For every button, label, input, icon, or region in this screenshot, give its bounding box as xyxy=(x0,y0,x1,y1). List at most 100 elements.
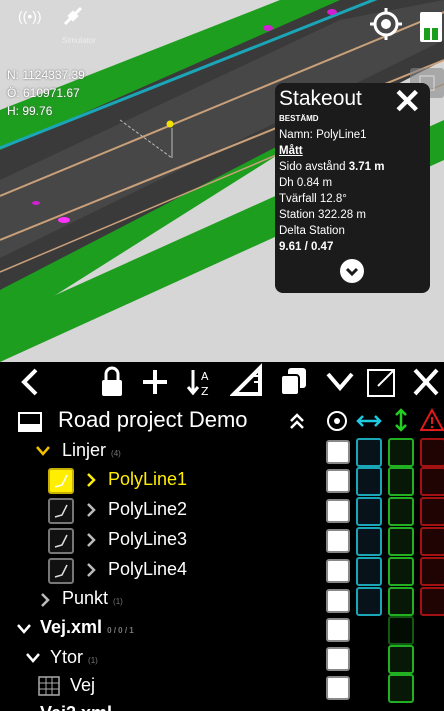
back-icon[interactable] xyxy=(14,362,42,402)
horizontal-toggle[interactable] xyxy=(356,438,382,467)
horizontal-toggle[interactable] xyxy=(356,557,382,586)
file-vej-xml[interactable]: Vej.xml 0 / 0 / 1 xyxy=(40,617,134,638)
warning-toggle[interactable] xyxy=(420,527,444,556)
side-distance-label: Sido avstånd xyxy=(279,161,349,173)
chevron-right-icon[interactable] xyxy=(86,472,96,488)
horizontal-toggle[interactable] xyxy=(356,497,382,526)
locate-icon[interactable] xyxy=(370,8,402,40)
file-vej-xml-count: 0 / 0 / 1 xyxy=(107,626,134,635)
group-ytor-label: Ytor xyxy=(50,647,84,667)
measure-icon[interactable] xyxy=(230,362,264,402)
horizontal-arrow-icon[interactable] xyxy=(355,412,383,430)
lock-icon[interactable] xyxy=(98,362,126,402)
visibility-checkbox[interactable] xyxy=(326,529,350,553)
sort-az-icon[interactable]: AZ xyxy=(186,362,216,402)
visibility-checkbox[interactable] xyxy=(326,499,350,523)
chevron-down-icon[interactable] xyxy=(26,652,40,664)
warning-toggle[interactable] xyxy=(420,497,444,526)
collapse-all-icon[interactable] xyxy=(288,412,306,430)
surface-icon xyxy=(38,676,60,696)
export-icon[interactable] xyxy=(364,362,398,402)
horizontal-toggle[interactable] xyxy=(356,467,382,496)
svg-text:Z: Z xyxy=(201,385,209,398)
gnss-signal-icon[interactable]: ((•)) xyxy=(18,8,42,24)
visibility-checkbox[interactable] xyxy=(326,647,350,671)
cross-slope: Tvärfall 12.8° xyxy=(279,193,347,205)
stakeout-panel: Stakeout ✕ BESTÄMD Namn: PolyLine1 Mått … xyxy=(275,83,430,293)
vertical-toggle[interactable] xyxy=(388,674,414,703)
copy-icon[interactable] xyxy=(278,362,310,402)
vertical-toggle[interactable] xyxy=(388,557,414,586)
group-ytor[interactable]: Ytor (1) xyxy=(50,647,98,668)
chevron-down-icon[interactable] xyxy=(16,623,32,635)
layer-toolbar: AZ xyxy=(0,362,444,402)
warning-toggle[interactable] xyxy=(420,467,444,496)
group-linjer-count: (4) xyxy=(111,449,121,458)
map-3d-view[interactable]: ((•)) Simulator N: 1124337.39 Ö: 610971.… xyxy=(0,0,444,362)
visibility-checkbox[interactable] xyxy=(326,589,350,613)
chevron-right-icon[interactable] xyxy=(86,502,96,518)
visibility-checkbox[interactable] xyxy=(326,676,350,700)
vertical-toggle[interactable] xyxy=(388,616,414,645)
tree-item-polyline4[interactable]: PolyLine4 xyxy=(108,559,187,580)
satellite-name: Simulator xyxy=(62,36,96,45)
side-distance: Sido avstånd 3.71 m xyxy=(279,161,385,173)
tree-item-vej[interactable]: Vej xyxy=(70,675,95,696)
close-list-icon[interactable] xyxy=(410,362,442,402)
vertical-arrow-icon[interactable] xyxy=(392,407,410,433)
visibility-checkbox[interactable] xyxy=(326,618,350,642)
file-vej-xml-label: Vej.xml xyxy=(40,617,103,637)
chevron-down-icon[interactable] xyxy=(36,445,50,457)
chevron-down-icon[interactable] xyxy=(324,362,356,402)
svg-text:A: A xyxy=(201,370,209,383)
group-linjer-label: Linjer xyxy=(62,440,107,460)
visibility-icon[interactable] xyxy=(326,410,348,432)
vertical-toggle[interactable] xyxy=(388,497,414,526)
vertical-toggle[interactable] xyxy=(388,645,414,674)
tree-item-polyline3[interactable]: PolyLine3 xyxy=(108,529,187,550)
group-punkt-label: Punkt xyxy=(62,588,109,608)
coord-northing: N: 1124337.39 xyxy=(7,68,85,82)
horizontal-toggle[interactable] xyxy=(356,527,382,556)
polyline-icon xyxy=(48,558,74,584)
horizontal-toggle[interactable] xyxy=(356,587,382,616)
warning-icon[interactable] xyxy=(420,408,444,432)
coord-easting: Ö: 610971.67 xyxy=(7,86,80,100)
vertical-toggle[interactable] xyxy=(388,438,414,467)
chevron-right-icon[interactable] xyxy=(86,532,96,548)
layer-tree: Road project Demo Linjer (4) PolyLine1 P… xyxy=(0,402,444,711)
vertical-toggle[interactable] xyxy=(388,527,414,556)
chevron-right-icon[interactable] xyxy=(40,592,50,608)
warning-toggle[interactable] xyxy=(420,587,444,616)
tree-item-polyline1[interactable]: PolyLine1 xyxy=(108,469,187,490)
polyline-icon xyxy=(48,528,74,554)
layers-icon[interactable] xyxy=(416,10,444,44)
polyline-icon xyxy=(48,498,74,524)
visibility-checkbox[interactable] xyxy=(326,440,350,464)
group-punkt[interactable]: Punkt (1) xyxy=(62,588,123,609)
file-vej2-xml[interactable]: Vej2.xml xyxy=(40,703,112,711)
close-icon[interactable]: ✕ xyxy=(393,83,422,121)
visibility-checkbox[interactable] xyxy=(326,469,350,493)
add-icon[interactable] xyxy=(140,362,170,402)
project-name[interactable]: Road project Demo xyxy=(58,407,248,433)
polyline-icon xyxy=(48,468,74,494)
project-folder-icon xyxy=(18,412,42,432)
stakeout-section: Mått xyxy=(279,145,303,157)
vertical-toggle[interactable] xyxy=(388,587,414,616)
group-ytor-count: (1) xyxy=(88,656,98,665)
station: Station 322.28 m xyxy=(279,209,366,221)
visibility-checkbox[interactable] xyxy=(326,559,350,583)
warning-toggle[interactable] xyxy=(420,438,444,467)
tree-item-polyline2[interactable]: PolyLine2 xyxy=(108,499,187,520)
vertical-toggle[interactable] xyxy=(388,467,414,496)
warning-toggle[interactable] xyxy=(420,557,444,586)
stakeout-status: BESTÄMD xyxy=(279,114,319,123)
chevron-right-icon[interactable] xyxy=(86,562,96,578)
delta-station-label: Delta Station xyxy=(279,225,345,237)
side-distance-value: 3.71 m xyxy=(348,161,385,173)
stakeout-title: Stakeout xyxy=(279,87,362,110)
group-linjer[interactable]: Linjer (4) xyxy=(62,440,121,461)
stakeout-name: Namn: PolyLine1 xyxy=(279,129,367,141)
expand-chevron-icon[interactable] xyxy=(340,259,364,283)
